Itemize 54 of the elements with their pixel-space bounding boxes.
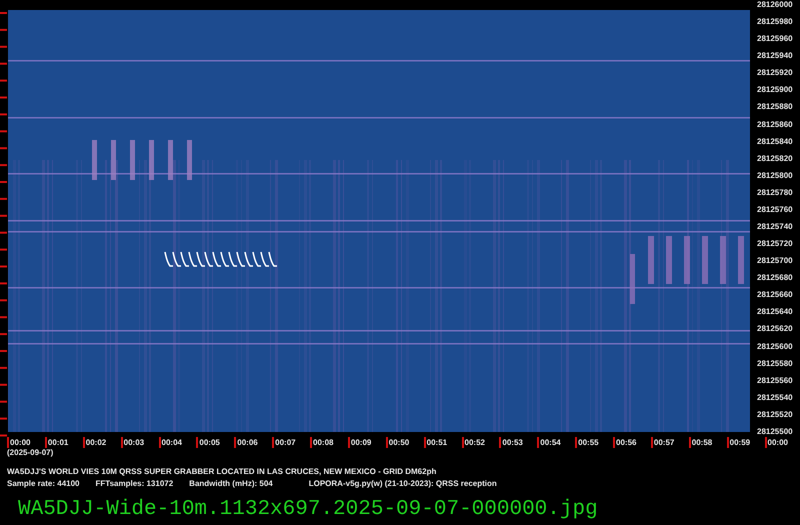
time-label: 00:03	[120, 437, 144, 448]
frequency-label: 28125560	[757, 376, 793, 386]
frequency-label: 28125820	[757, 154, 793, 164]
frequency-label: 28125520	[757, 410, 793, 420]
time-label: 00:50	[386, 437, 410, 448]
info-text: Sample rate: 44100	[7, 479, 80, 489]
frequency-label: 28126000	[757, 0, 793, 10]
time-label: 00:09	[348, 437, 372, 448]
frequency-label: 28125620	[757, 324, 793, 334]
time-label: 00:54	[537, 437, 561, 448]
time-label: 00:57	[650, 437, 674, 448]
time-label: 00:52	[462, 437, 485, 448]
time-label: 00:56	[613, 437, 636, 448]
frequency-label: 28125660	[757, 290, 793, 300]
time-label: 00:04	[158, 437, 182, 448]
time-label: 00:53	[499, 437, 523, 448]
frequency-label: 28125860	[757, 120, 793, 130]
time-label: 00:00	[764, 437, 788, 448]
frequency-label: 28125680	[757, 273, 793, 284]
frequency-label: 28125580	[757, 358, 793, 369]
time-label: 00:51	[424, 437, 448, 448]
frequency-label: 28125840	[757, 136, 793, 147]
time-label: 00:08	[310, 437, 334, 448]
frequency-label: 28125540	[757, 392, 793, 403]
frequency-label: 28125980	[757, 17, 793, 28]
time-label: 00:01	[44, 437, 68, 448]
time-label: 00:06	[234, 437, 258, 448]
date-label: (2025-09-07)	[7, 448, 54, 458]
time-label: 00:55	[575, 437, 599, 448]
frequency-label: 28125920	[757, 68, 793, 78]
frequency-label: 28125740	[757, 222, 793, 232]
info-text: Bandwidth (mHz): 504	[189, 479, 273, 489]
time-label: 00:07	[272, 437, 296, 448]
time-label: 00:00	[7, 437, 30, 448]
info-text: FFTsamples: 131072	[96, 479, 174, 489]
frequency-label: 28125700	[757, 256, 793, 266]
time-label: 00:58	[688, 437, 712, 448]
frequency-label: 28125600	[757, 342, 793, 352]
frequency-label: 28125940	[757, 51, 793, 62]
time-label: 00:02	[82, 437, 106, 448]
frequency-label: 28125960	[757, 34, 793, 44]
frequency-label: 28125760	[757, 204, 793, 215]
frequency-label: 28125800	[757, 170, 793, 181]
info-text: LOPORA-v5g.py(w) (21-10-2023): QRSS reception	[308, 479, 497, 489]
time-label: 00:05	[196, 437, 220, 448]
frequency-label: 28125780	[757, 188, 793, 198]
title-text: WA5DJJ'S WORLD VIES 10M QRSS SUPER GRABBER LOCATED IN LAS CRUCES, NEW MEXICO - GRID DM62ph	[7, 467, 436, 477]
frequency-label: 28125900	[757, 85, 793, 96]
frequency-label: 28125500	[757, 426, 793, 437]
frequency-label: 28125880	[757, 102, 793, 112]
filename-text: WA5DJJ-Wide-10m.1132x697.2025-09-07-000000.jpg	[18, 498, 598, 522]
time-label: 00:59	[726, 437, 750, 448]
frequency-label: 28125720	[757, 239, 793, 250]
frequency-label: 28125640	[757, 307, 793, 318]
